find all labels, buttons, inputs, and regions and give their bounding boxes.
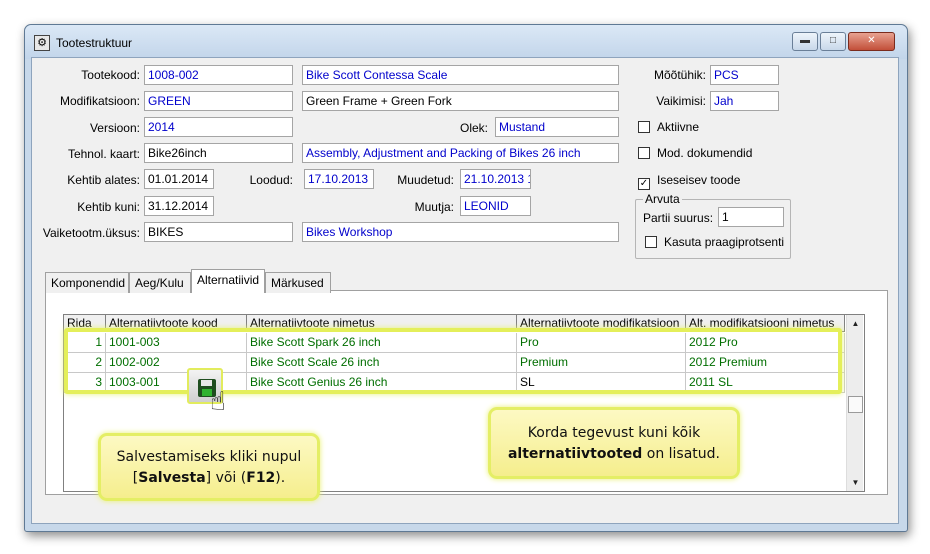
aktiivne-checkbox-box[interactable] xyxy=(638,121,650,133)
row3-kood[interactable]: 1003-001 xyxy=(106,373,247,393)
tab-markused[interactable]: Märkused xyxy=(265,272,331,293)
callout-save-strong2: F12 xyxy=(246,470,276,486)
row2-nimetus[interactable]: Bike Scott Scale 26 inch xyxy=(247,353,517,373)
iseseisev-toode-checkbox-label: Iseseisev toode xyxy=(657,173,741,187)
kasuta-praagiprotsenti-checkbox[interactable]: Kasuta praagiprotsenti xyxy=(645,235,784,249)
kehtib-alates-label: Kehtib alates: xyxy=(67,173,140,187)
row3-nimetus[interactable]: Bike Scott Genius 26 inch xyxy=(247,373,517,393)
muutja-field[interactable]: LEONID xyxy=(460,196,531,216)
tootekood-field[interactable]: 1008-002 xyxy=(144,65,293,85)
modifikatsioon-field[interactable]: GREEN xyxy=(144,91,293,111)
row3-modifikatsioon[interactable]: SL xyxy=(517,373,686,393)
col-header-mod-nimetus[interactable]: Alt. modifikatsiooni nimetus xyxy=(686,315,845,332)
olek-label: Olek: xyxy=(459,121,488,135)
mod-dokumendid-checkbox[interactable]: Mod. dokumendid xyxy=(638,146,752,160)
versioon-label: Versioon: xyxy=(89,121,140,135)
callout-save-line2: [Salvesta] või (F12). xyxy=(132,470,286,486)
row1-modifikatsioon[interactable]: Pro xyxy=(517,333,686,353)
kasuta-praagiprotsenti-label: Kasuta praagiprotsenti xyxy=(664,235,785,249)
row2-rida[interactable]: 2 xyxy=(64,353,106,373)
loodud-label: Loodud: xyxy=(249,173,293,187)
vaiketootm-field[interactable]: BIKES xyxy=(144,222,293,242)
mod-dokumendid-checkbox-label: Mod. dokumendid xyxy=(657,146,753,160)
modifikatsioon-label: Modifikatsioon: xyxy=(59,94,140,108)
row1-kood[interactable]: 1001-003 xyxy=(106,333,247,353)
row1-nimetus[interactable]: Bike Scott Spark 26 inch xyxy=(247,333,517,353)
kehtib-alates-field[interactable]: 01.01.2014 xyxy=(144,169,214,189)
partii-suurus-field[interactable]: 1 xyxy=(718,207,784,227)
modifikatsioon-name-field[interactable]: Green Frame + Green Fork xyxy=(302,91,619,111)
tootekood-name-field[interactable]: Bike Scott Contessa Scale xyxy=(302,65,619,85)
mootuhik-label: Mõõtühik: xyxy=(653,68,706,82)
callout-repeat-hint: Korda tegevust kuni kõik alternatiivtoot… xyxy=(488,407,740,479)
scroll-down-icon[interactable]: ▼ xyxy=(847,474,864,491)
callout-save-line1: Salvestamiseks kliki nupul xyxy=(116,449,302,465)
minimize-button[interactable]: ▬ xyxy=(792,32,818,51)
loodud-field[interactable]: 17.10.2013 xyxy=(304,169,374,189)
row2-mod-nimetus[interactable]: 2012 Premium xyxy=(686,353,845,373)
col-header-modifikatsioon[interactable]: Alternatiivtoote modifikatsioon xyxy=(517,315,686,332)
row2-kood[interactable]: 1002-002 xyxy=(106,353,247,373)
vaikimisi-label: Vaikimisi: xyxy=(656,94,706,108)
tootekood-label: Tootekood: xyxy=(81,68,140,82)
callout-repeat-line1: Korda tegevust kuni kõik xyxy=(527,425,701,441)
app-gear-icon[interactable]: ⚙ xyxy=(34,35,50,51)
tehnol-kaart-label: Tehnol. kaart: xyxy=(67,147,140,161)
callout-repeat-line2: alternatiivtooted on lisatud. xyxy=(507,446,720,462)
partii-suurus-label: Partii suurus: xyxy=(643,211,714,225)
vaikimisi-field[interactable]: Jah xyxy=(710,91,779,111)
callout-save-hint: Salvestamiseks kliki nupul [Salvesta] võ… xyxy=(98,433,320,501)
close-button[interactable]: ✕ xyxy=(848,32,895,51)
muudetud-label: Muudetud: xyxy=(397,173,454,187)
tab-aeg-kulu[interactable]: Aeg/Kulu xyxy=(129,272,191,293)
maximize-button[interactable]: □ xyxy=(820,32,846,51)
aktiivne-checkbox-label: Aktiivne xyxy=(657,120,700,134)
row2-modifikatsioon[interactable]: Premium xyxy=(517,353,686,373)
arvuta-group-title: Arvuta xyxy=(643,192,682,206)
col-header-kood[interactable]: Alternatiivtoote kood xyxy=(106,315,247,332)
kehtib-kuni-field[interactable]: 31.12.2014 xyxy=(144,196,214,216)
col-header-rida[interactable]: Rida xyxy=(64,315,106,332)
hand-pointer-icon: ☝ xyxy=(210,386,226,416)
aktiivne-checkbox[interactable]: Aktiivne xyxy=(638,120,699,134)
row3-mod-nimetus[interactable]: 2011 SL xyxy=(686,373,845,393)
tehnol-kaart-field[interactable]: Bike26inch xyxy=(144,143,293,163)
title-bar[interactable]: ⚙ Tootestruktuur ▬ □ ✕ xyxy=(25,25,907,59)
muudetud-field[interactable]: 21.10.2013 1 xyxy=(460,169,531,189)
iseseisev-toode-checkbox-box[interactable]: ✓ xyxy=(638,178,650,190)
vaiketootm-label: Vaiketootm.üksus: xyxy=(42,226,140,240)
olek-field[interactable]: Mustand xyxy=(495,117,619,137)
iseseisev-toode-checkbox[interactable]: ✓ Iseseisev toode xyxy=(638,173,740,190)
kehtib-kuni-label: Kehtib kuni: xyxy=(77,200,140,214)
tehnol-kaart-name-field[interactable]: Assembly, Adjustment and Packing of Bike… xyxy=(302,143,619,163)
grid-vertical-scrollbar[interactable]: ▲ ▼ xyxy=(846,315,863,491)
versioon-field[interactable]: 2014 xyxy=(144,117,293,137)
window-title: Tootestruktuur xyxy=(56,36,133,50)
callout-repeat-strong: alternatiivtooted xyxy=(507,446,643,462)
row1-rida[interactable]: 1 xyxy=(64,333,106,353)
scroll-up-icon[interactable]: ▲ xyxy=(847,315,864,332)
mod-dokumendid-checkbox-box[interactable] xyxy=(638,147,650,159)
mootuhik-field[interactable]: PCS xyxy=(710,65,779,85)
kasuta-praagiprotsenti-checkbox-box[interactable] xyxy=(645,236,657,248)
col-header-nimetus[interactable]: Alternatiivtoote nimetus xyxy=(247,315,517,332)
muutja-label: Muutja: xyxy=(414,200,454,214)
tab-alternatiivid[interactable]: Alternatiivid xyxy=(191,269,265,293)
callout-save-strong1: Salvesta xyxy=(138,470,206,486)
scroll-thumb[interactable] xyxy=(848,396,863,413)
tab-komponendid[interactable]: Komponendid xyxy=(45,272,129,293)
vaiketootm-name-field[interactable]: Bikes Workshop xyxy=(302,222,619,242)
row1-mod-nimetus[interactable]: 2012 Pro xyxy=(686,333,845,353)
row3-rida[interactable]: 3 xyxy=(64,373,106,393)
